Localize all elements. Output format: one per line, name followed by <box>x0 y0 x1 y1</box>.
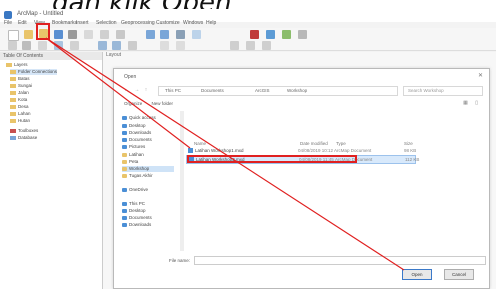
toolbar <box>0 28 496 51</box>
font-icon[interactable] <box>230 41 239 50</box>
draw-icon[interactable] <box>160 41 169 50</box>
toc-item[interactable]: Batas <box>10 76 30 82</box>
breadcrumb-arcgis[interactable]: ArcGIS <box>255 88 270 93</box>
search-icon[interactable] <box>266 30 275 39</box>
menu-insert[interactable]: Insert <box>76 20 89 26</box>
new-folder-button[interactable]: New folder <box>152 101 174 106</box>
layout-tab[interactable]: Layout <box>106 52 176 60</box>
arctoolbox-icon[interactable] <box>282 30 291 39</box>
toc-item[interactable]: Toolboxes <box>10 128 38 134</box>
menu-windows[interactable]: Windows <box>183 20 203 26</box>
address-bar[interactable]: This PC Documents ArcGIS Workshop <box>158 86 398 96</box>
select-icon[interactable] <box>38 41 47 50</box>
text-icon[interactable] <box>176 41 185 50</box>
catalog-icon[interactable] <box>250 30 259 39</box>
nav-item[interactable]: Peta <box>122 159 138 165</box>
file-name-label: File name: <box>169 258 191 263</box>
nav-item[interactable]: OneDrive <box>122 187 148 193</box>
python-icon[interactable] <box>298 30 307 39</box>
menu-selection[interactable]: Selection <box>96 20 117 26</box>
open-button[interactable]: Open <box>402 269 432 280</box>
nav-item[interactable]: Documents <box>122 137 152 143</box>
file-name-input[interactable] <box>194 256 486 265</box>
close-icon[interactable]: ✕ <box>478 72 483 79</box>
nav-item[interactable]: Quick access <box>122 115 156 121</box>
breadcrumb-workshop[interactable]: Workshop <box>287 88 307 93</box>
nav-item[interactable]: Desktop <box>122 123 146 129</box>
nav-item[interactable]: This PC <box>122 201 145 207</box>
print-icon[interactable] <box>68 30 77 39</box>
toc-header: Table Of Contents <box>0 52 102 60</box>
editor-icon[interactable] <box>8 41 17 50</box>
italic-icon[interactable] <box>262 41 271 50</box>
nav-item[interactable]: Tugas Akhir <box>122 173 153 179</box>
nav-scrollbar[interactable] <box>180 111 184 251</box>
navigation-pane: Quick access Desktop Downloads Documents… <box>114 111 181 251</box>
column-size[interactable]: Size <box>404 141 413 146</box>
app-icon <box>4 11 12 19</box>
toc-item[interactable]: Kota <box>10 97 27 103</box>
toc-item[interactable]: Desa <box>10 104 29 110</box>
search-placeholder: Search Workshop <box>408 88 444 93</box>
breadcrumb-this-pc[interactable]: This PC <box>165 88 181 93</box>
sketch-icon[interactable] <box>22 41 31 50</box>
organize-button[interactable]: Organize <box>124 101 142 106</box>
command-bar: Organize New folder <box>124 101 173 106</box>
full-extent-icon[interactable] <box>192 30 201 39</box>
menu-edit[interactable]: Edit <box>18 20 27 26</box>
open-dialog: Open ✕ ← → ↑ This PC Documents ArcGIS Wo… <box>113 68 490 289</box>
breadcrumb-documents[interactable]: Documents <box>201 88 224 93</box>
dialog-title: Open <box>124 74 137 80</box>
identify-icon[interactable] <box>54 41 63 50</box>
menu-file[interactable]: File <box>4 20 12 26</box>
toc-item[interactable]: Layers <box>6 62 28 68</box>
menu-bar: File Edit View Bookmarks Insert Selectio… <box>0 19 496 28</box>
column-date[interactable]: Date modified <box>300 141 328 146</box>
menu-customize[interactable]: Customize <box>156 20 180 26</box>
search-box[interactable]: Search Workshop <box>403 86 483 96</box>
new-document-icon[interactable] <box>8 30 19 41</box>
menu-geoprocessing[interactable]: Geoprocessing <box>121 20 155 26</box>
selected-file-highlight <box>187 155 357 163</box>
toc-item[interactable]: Lahan <box>10 111 31 117</box>
toc-item[interactable]: Jalan <box>10 90 29 96</box>
nav-item[interactable]: Desktop <box>122 208 146 214</box>
column-name[interactable]: Name <box>194 141 206 146</box>
zoom-in-icon[interactable] <box>146 30 155 39</box>
paste-icon[interactable] <box>116 30 125 39</box>
column-type[interactable]: Type <box>336 141 346 146</box>
cancel-button[interactable]: Cancel <box>444 269 474 280</box>
toc-item[interactable]: Hutan <box>10 118 30 124</box>
toc-item[interactable]: Database <box>10 135 37 141</box>
pan-icon[interactable] <box>176 30 185 39</box>
toc-item[interactable]: Sungai <box>10 83 32 89</box>
open-button-highlight <box>36 23 50 40</box>
cut-icon[interactable] <box>84 30 93 39</box>
back-forward-icon[interactable]: ← → ↑ <box>124 87 149 93</box>
nav-item[interactable]: Latihan <box>122 152 144 158</box>
file-row[interactable]: Latihan Workshop1.mxd 04/08/2019 10:12 A… <box>186 147 416 154</box>
menu-bookmarks[interactable]: Bookmarks <box>52 20 77 26</box>
window-title: ArcMap - Untitled <box>17 11 64 17</box>
add-data-icon[interactable] <box>24 30 33 39</box>
mxd-file-icon <box>188 148 193 153</box>
zoom-out-icon[interactable] <box>160 30 169 39</box>
layout-extent-icon[interactable] <box>128 41 137 50</box>
nav-item[interactable]: Pictures <box>122 144 145 150</box>
measure-icon[interactable] <box>70 41 79 50</box>
toc-item[interactable]: Folder Connections <box>10 69 58 75</box>
nav-item[interactable]: Downloads <box>122 130 151 136</box>
nav-item[interactable]: Downloads <box>122 222 151 228</box>
save-icon[interactable] <box>54 30 63 39</box>
nav-item[interactable]: Documents <box>122 215 152 221</box>
layout-pan-icon[interactable] <box>112 41 121 50</box>
layout-zoom-icon[interactable] <box>98 41 107 50</box>
menu-help[interactable]: Help <box>206 20 216 26</box>
toc-title: Table Of Contents <box>3 53 44 59</box>
nav-item[interactable]: Workshop <box>122 166 174 172</box>
view-options-icon[interactable]: ▦ ▯ <box>463 100 481 106</box>
bold-icon[interactable] <box>246 41 255 50</box>
copy-icon[interactable] <box>100 30 109 39</box>
